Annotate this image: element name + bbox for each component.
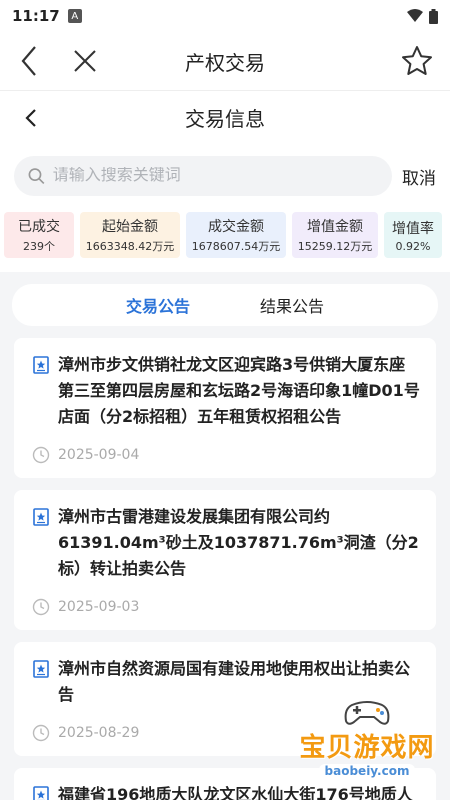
tab-trade-announcement[interactable]: 交易公告 — [126, 293, 190, 317]
stat-increase-rate: 增值率 0.92% — [384, 212, 442, 258]
tab-result-announcement[interactable]: 结果公告 — [260, 293, 324, 317]
stat-start-amount: 起始金额 1663348.42万元 — [80, 212, 180, 258]
stat-label: 增值金额 — [307, 219, 363, 235]
back-button[interactable] — [4, 36, 54, 86]
app-bar: 产权交易 — [0, 32, 450, 90]
item-date: 2025-09-04 — [58, 447, 140, 463]
stat-label: 已成交 — [18, 219, 60, 235]
watermark-logo: 宝贝游戏网 baobeiy.com — [292, 688, 442, 778]
item-title: 漳州市古雷港建设发展集团有限公司约61391.04m³砂土及1037871.76… — [58, 507, 419, 578]
list-item[interactable]: 漳州市步文供销社龙文区迎宾路3号供销大厦东座第三至第四层房屋和玄坛路2号海语印象… — [14, 338, 436, 478]
clock-icon — [32, 724, 50, 742]
watermark-url: baobeiy.com — [318, 764, 416, 778]
stat-label: 成交金额 — [208, 219, 264, 235]
stat-value: 15259.12万元 — [297, 240, 373, 253]
star-icon — [402, 46, 432, 75]
stat-value: 0.92% — [395, 239, 431, 253]
search-input[interactable] — [52, 167, 378, 185]
clock-icon — [32, 598, 50, 616]
stat-value: 1663348.42万元 — [85, 240, 175, 253]
clock-icon — [32, 446, 50, 464]
stat-value: 239个 — [23, 240, 55, 253]
stat-label: 增值率 — [392, 220, 434, 237]
status-time: 11:17 — [12, 7, 60, 25]
document-icon — [33, 660, 49, 678]
item-title: 漳州市步文供销社龙文区迎宾路3号供销大厦东座第三至第四层房屋和玄坛路2号海语印象… — [58, 355, 420, 426]
close-button[interactable] — [60, 36, 110, 86]
stat-value: 1678607.54万元 — [191, 240, 281, 253]
document-icon — [33, 356, 49, 374]
notification-a-icon: A — [67, 9, 82, 23]
search-box[interactable] — [14, 156, 392, 196]
document-icon — [33, 508, 49, 526]
search-row: 取消 — [0, 144, 450, 208]
stat-deals: 已成交 239个 — [4, 212, 74, 258]
stats-row: 已成交 239个 起始金额 1663348.42万元 成交金额 1678607.… — [0, 208, 450, 272]
item-date-row: 2025-09-04 — [32, 446, 420, 464]
document-icon — [33, 786, 49, 800]
tab-bar: 交易公告 结果公告 — [12, 284, 438, 326]
item-date-row: 2025-09-03 — [32, 598, 420, 616]
stat-label: 起始金额 — [102, 219, 158, 235]
chevron-left-icon — [21, 46, 36, 76]
cancel-button[interactable]: 取消 — [402, 164, 436, 189]
gamepad-icon — [344, 701, 390, 725]
item-date: 2025-09-03 — [58, 599, 140, 615]
status-bar: 11:17 A — [0, 0, 450, 32]
sub-back-button[interactable] — [6, 93, 56, 143]
search-icon — [28, 168, 45, 185]
page-title: 交易信息 — [185, 107, 265, 131]
list-item[interactable]: 漳州市古雷港建设发展集团有限公司约61391.04m³砂土及1037871.76… — [14, 490, 436, 630]
item-title: 福建省196地质大队龙文区水仙大街176号地质人 — [58, 785, 413, 800]
close-icon — [74, 50, 96, 72]
stat-deal-amount: 成交金额 1678607.54万元 — [186, 212, 286, 258]
chevron-left-icon — [25, 108, 36, 127]
item-date: 2025-08-29 — [58, 725, 140, 741]
favorite-button[interactable] — [392, 36, 442, 86]
battery-icon — [429, 8, 438, 24]
watermark-text: 宝贝游戏网 — [299, 733, 435, 763]
sub-header: 交易信息 — [0, 90, 450, 144]
wifi-icon — [407, 9, 423, 22]
stat-increase-amount: 增值金额 15259.12万元 — [292, 212, 378, 258]
